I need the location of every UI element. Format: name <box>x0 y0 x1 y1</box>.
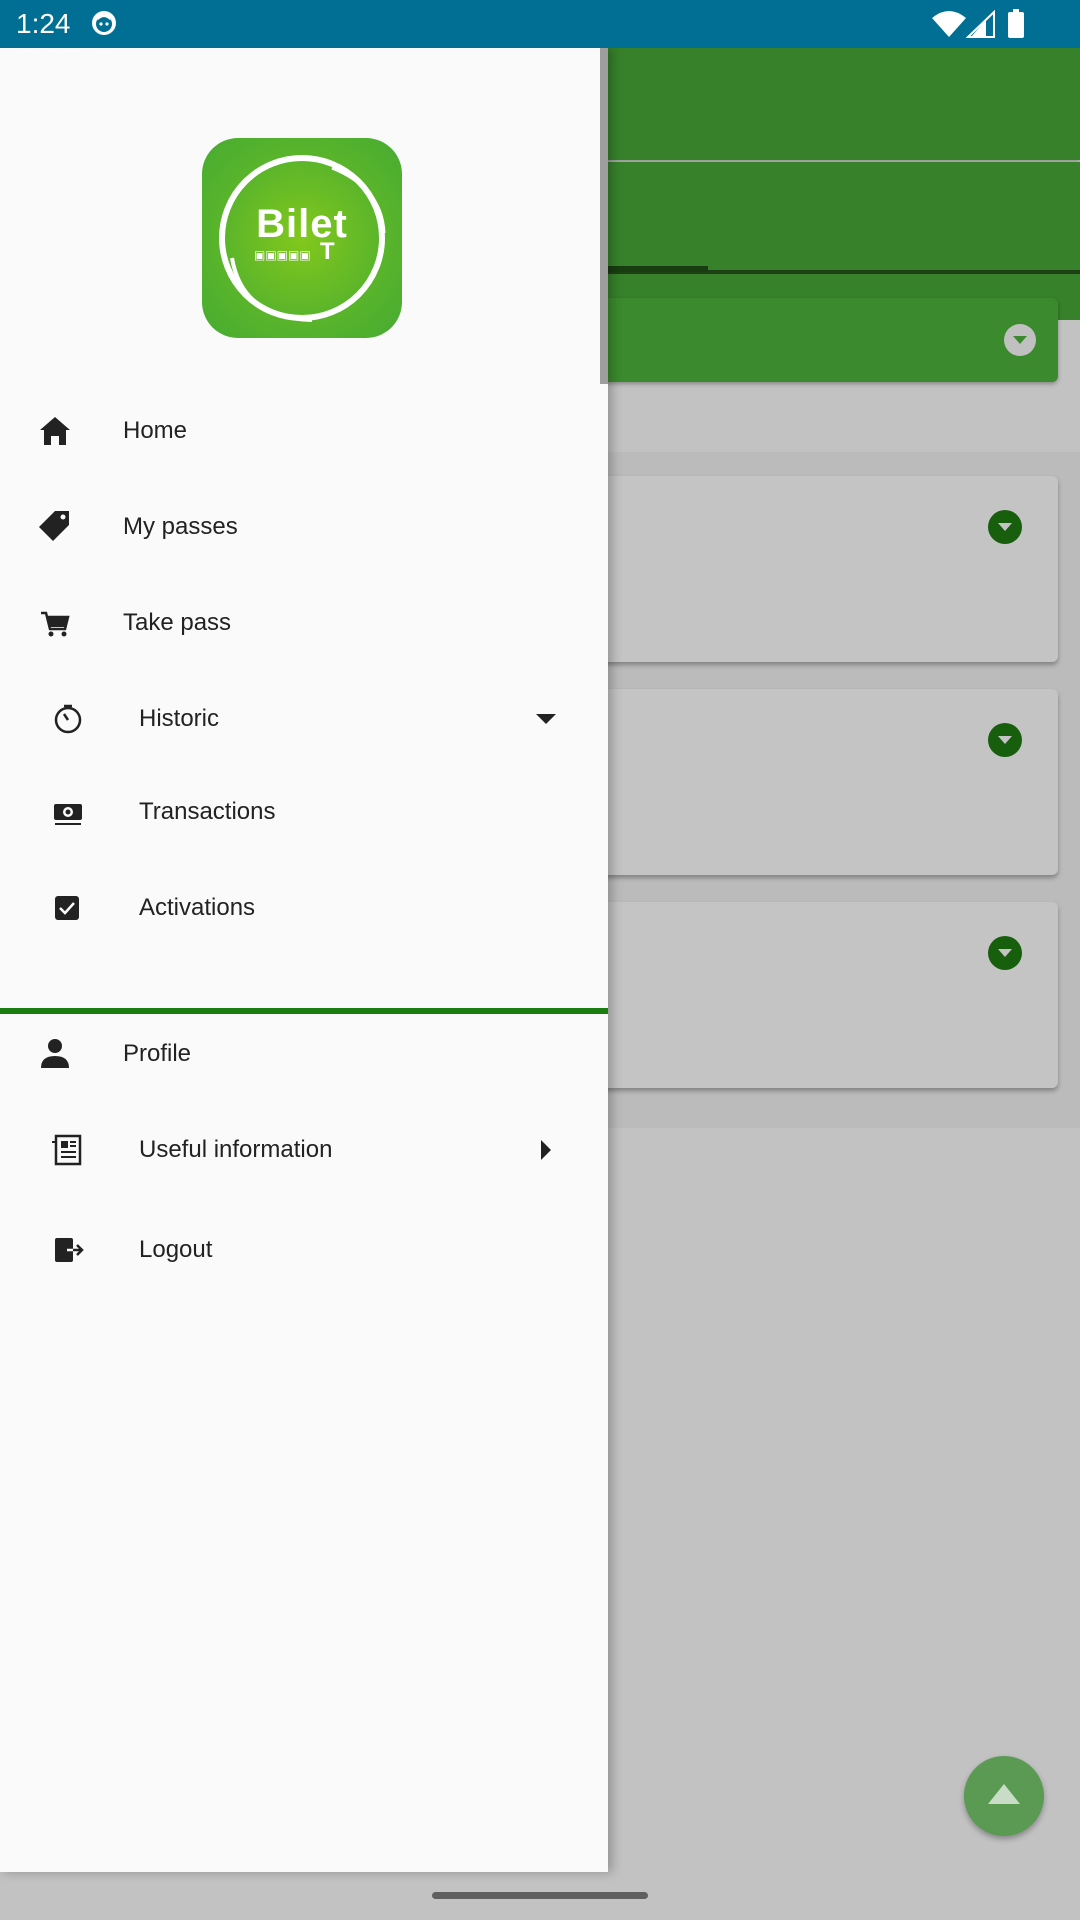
chevron-down-icon <box>988 723 1022 757</box>
drawer-item-profile[interactable]: Profile <box>0 1014 608 1094</box>
pass-card <box>590 476 1058 662</box>
drawer-item-home[interactable]: Home <box>0 391 608 471</box>
logo-sub-letter: T <box>320 238 335 265</box>
status-bar: 1:24 <box>0 0 1080 48</box>
drawer-item-label: Historic <box>139 705 220 732</box>
drawer-item-label: Take pass <box>123 609 232 636</box>
status-time: 1:24 <box>16 8 71 39</box>
tab-indicator <box>600 266 708 272</box>
pass-card <box>590 902 1058 1088</box>
drawer-item-transactions[interactable]: Transactions <box>0 772 608 852</box>
timer-icon <box>54 704 82 734</box>
filter-dropdown <box>590 298 1058 382</box>
drawer-item-label: Home <box>123 417 188 444</box>
home-icon <box>40 417 70 445</box>
drawer-item-take-pass[interactable]: Take pass <box>0 583 608 663</box>
pass-card <box>590 689 1058 875</box>
money-icon <box>54 804 82 825</box>
drawer-item-label: Activations <box>139 894 256 921</box>
wifi-icon <box>932 11 966 37</box>
drawer-item-label: Logout <box>139 1236 213 1263</box>
chevron-down-icon <box>988 936 1022 970</box>
gesture-nav-handle[interactable] <box>432 1892 648 1899</box>
app-logo: Bilet ▣▣▣▣▣ T <box>202 138 402 338</box>
drawer-item-label: My passes <box>123 513 238 540</box>
navigation-drawer: Bilet ▣▣▣▣▣ T Home My passes Take pass H… <box>0 48 608 1872</box>
scroll-top-button <box>964 1756 1044 1836</box>
drawer-item-historic[interactable]: Historic <box>0 679 608 759</box>
drawer-item-activations[interactable]: Activations <box>0 868 608 948</box>
drawer-item-logout[interactable]: Logout <box>0 1210 608 1290</box>
face-notification-icon <box>92 11 116 35</box>
drawer-scrollbar[interactable] <box>600 48 608 384</box>
chevron-down-icon <box>988 510 1022 544</box>
drawer-item-label: Transactions <box>139 798 276 825</box>
person-icon <box>41 1039 69 1068</box>
drawer-item-label: Useful information <box>139 1136 333 1163</box>
logo-transport-icons: ▣▣▣▣▣ <box>254 248 311 262</box>
newspaper-icon <box>52 1134 82 1166</box>
caret-down-icon <box>536 714 556 724</box>
signal-icon <box>966 10 995 38</box>
battery-icon <box>1008 9 1024 38</box>
logo-text: Bilet <box>256 202 348 246</box>
drawer-item-useful-information[interactable]: Useful information <box>0 1110 608 1190</box>
drawer-item-label: Profile <box>123 1040 192 1067</box>
cart-icon <box>41 611 70 637</box>
chevron-down-icon <box>1004 324 1036 356</box>
drawer-item-my-passes[interactable]: My passes <box>0 487 608 567</box>
tag-icon <box>39 511 69 541</box>
checkbox-icon <box>55 896 79 920</box>
logout-icon <box>55 1238 84 1262</box>
caret-right-icon <box>541 1140 551 1160</box>
